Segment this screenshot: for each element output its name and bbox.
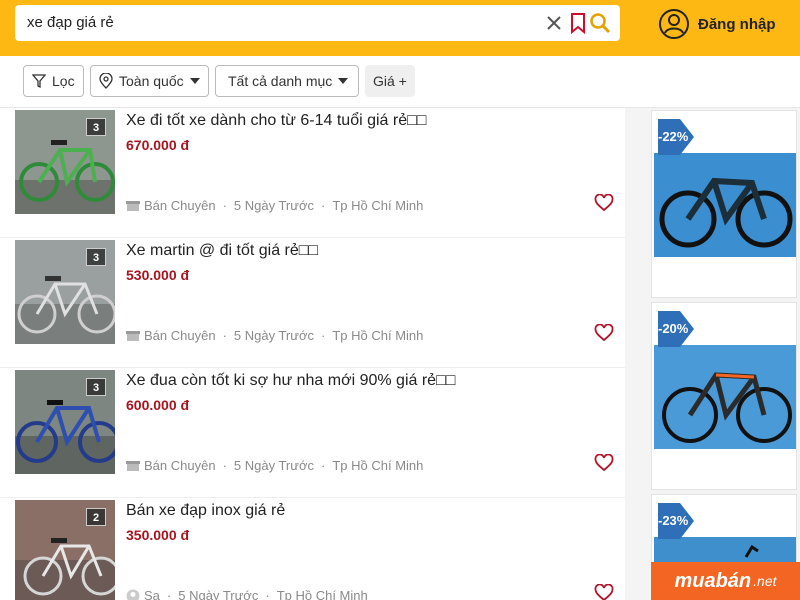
- location-label: Toàn quốc: [119, 73, 184, 89]
- listing-photo[interactable]: 3: [15, 240, 115, 344]
- listing-price: 530.000 đ: [126, 267, 190, 283]
- seller-type: Bán Chuyên: [144, 198, 216, 213]
- logo-main-text: muabán: [674, 569, 752, 592]
- discount-label: -22%: [658, 129, 689, 144]
- listing-title[interactable]: Xe martin @ đi tốt giá rẻ□□: [126, 242, 318, 260]
- location-pin-icon: [99, 73, 113, 89]
- listing-title[interactable]: Bán xe đạp inox giá rẻ: [126, 502, 285, 520]
- listing-title[interactable]: Xe đua còn tốt ki sợ hư nha mới 90% giá …: [126, 372, 455, 390]
- photo-count-badge: 3: [86, 248, 106, 266]
- listing-photo[interactable]: 3: [15, 110, 115, 214]
- top-header: xe đạp giá rẻ Đăng nhập: [0, 0, 800, 56]
- listing-location: Tp Hồ Chí Minh: [332, 458, 424, 473]
- meta-separator: ·: [222, 328, 227, 343]
- login-label: Đăng nhập: [698, 15, 776, 33]
- meta-separator: ·: [265, 588, 270, 600]
- meta-separator: ·: [321, 458, 326, 473]
- filter-button[interactable]: Lọc: [23, 65, 84, 97]
- search-icon[interactable]: [589, 12, 611, 34]
- filter-label: Lọc: [52, 73, 75, 89]
- heart-icon[interactable]: [594, 454, 614, 472]
- listing-price: 350.000 đ: [126, 527, 190, 543]
- shop-icon: [126, 330, 140, 341]
- chevron-down-icon: [189, 78, 200, 84]
- meta-separator: ·: [321, 328, 326, 343]
- listing-photo[interactable]: 3: [15, 370, 115, 474]
- category-label: Tất cả danh mục: [228, 73, 333, 89]
- ad-photo[interactable]: [654, 153, 796, 257]
- listing-location: Tp Hồ Chí Minh: [276, 588, 368, 600]
- heart-icon[interactable]: [594, 584, 614, 600]
- list-item[interactable]: 3 Xe martin @ đi tốt giá rẻ□□ 530.000 đ …: [0, 238, 625, 368]
- listing-location: Tp Hồ Chí Minh: [332, 198, 424, 213]
- user-icon: [659, 9, 689, 39]
- search-input[interactable]: xe đạp giá rẻ: [15, 5, 620, 41]
- post-time: 5 Ngày Trước: [178, 588, 259, 600]
- listing-meta: Bán Chuyên · 5 Ngày Trước · Tp Hồ Chí Mi…: [126, 198, 423, 213]
- shop-icon: [126, 460, 140, 471]
- bicycle-photo: [654, 345, 796, 449]
- ad-card[interactable]: -22%: [651, 110, 797, 298]
- listing-photo[interactable]: 2: [15, 500, 115, 600]
- meta-separator: ·: [166, 588, 172, 600]
- shop-icon: [126, 200, 140, 211]
- list-item[interactable]: 3 Xe đi tốt xe dành cho từ 6-14 tuổi giá…: [0, 108, 625, 238]
- filter-bar: Lọc Toàn quốc Tất cả danh mục Giá +: [0, 56, 800, 108]
- photo-count-badge: 3: [86, 378, 106, 396]
- listing-list: 3 Xe đi tốt xe dành cho từ 6-14 tuổi giá…: [0, 108, 625, 600]
- post-time: 5 Ngày Trước: [233, 328, 314, 343]
- list-item[interactable]: 2 Bán xe đạp inox giá rẻ 350.000 đ Sa · …: [0, 498, 625, 600]
- sidebar-ads: -22% -20% -23%: [640, 108, 800, 600]
- listing-title[interactable]: Xe đi tốt xe dành cho từ 6-14 tuổi giá r…: [126, 112, 426, 130]
- seller-name: Sa: [144, 588, 160, 600]
- heart-icon[interactable]: [594, 194, 614, 212]
- meta-separator: ·: [222, 458, 227, 473]
- login-button[interactable]: Đăng nhập: [658, 8, 776, 40]
- discount-label: -20%: [658, 321, 689, 336]
- bookmark-icon[interactable]: [567, 12, 589, 34]
- heart-icon[interactable]: [594, 324, 614, 342]
- logo-suffix-text: .net: [753, 573, 777, 589]
- seller-type: Bán Chuyên: [144, 458, 216, 473]
- clear-icon[interactable]: [543, 12, 565, 34]
- listing-meta: Sa · 5 Ngày Trước · Tp Hồ Chí Minh: [126, 588, 368, 600]
- brand-logo: muabán .net: [651, 562, 800, 600]
- price-filter-button[interactable]: Giá +: [365, 65, 415, 97]
- post-time: 5 Ngày Trước: [233, 198, 314, 213]
- bicycle-photo: [654, 153, 796, 257]
- avatar-icon: [126, 589, 140, 600]
- chevron-down-icon: [338, 78, 349, 84]
- price-filter-label: Giá +: [373, 73, 407, 89]
- list-item[interactable]: 3 Xe đua còn tốt ki sợ hư nha mới 90% gi…: [0, 368, 625, 498]
- listing-price: 600.000 đ: [126, 397, 190, 413]
- photo-count-badge: 3: [86, 118, 106, 136]
- meta-separator: ·: [222, 198, 227, 213]
- ad-photo[interactable]: [654, 345, 796, 449]
- meta-separator: ·: [321, 198, 326, 213]
- search-query-text: xe đạp giá rẻ: [27, 14, 114, 31]
- location-dropdown[interactable]: Toàn quốc: [90, 65, 209, 97]
- seller-type: Bán Chuyên: [144, 328, 216, 343]
- funnel-icon: [32, 74, 46, 88]
- category-dropdown[interactable]: Tất cả danh mục: [215, 65, 360, 97]
- discount-label: -23%: [658, 513, 689, 528]
- photo-count-badge: 2: [86, 508, 106, 526]
- post-time: 5 Ngày Trước: [233, 458, 314, 473]
- listing-meta: Bán Chuyên · 5 Ngày Trước · Tp Hồ Chí Mi…: [126, 458, 423, 473]
- listing-price: 670.000 đ: [126, 137, 190, 153]
- listing-location: Tp Hồ Chí Minh: [332, 328, 424, 343]
- listing-meta: Bán Chuyên · 5 Ngày Trước · Tp Hồ Chí Mi…: [126, 328, 423, 343]
- ad-card[interactable]: -20%: [651, 302, 797, 490]
